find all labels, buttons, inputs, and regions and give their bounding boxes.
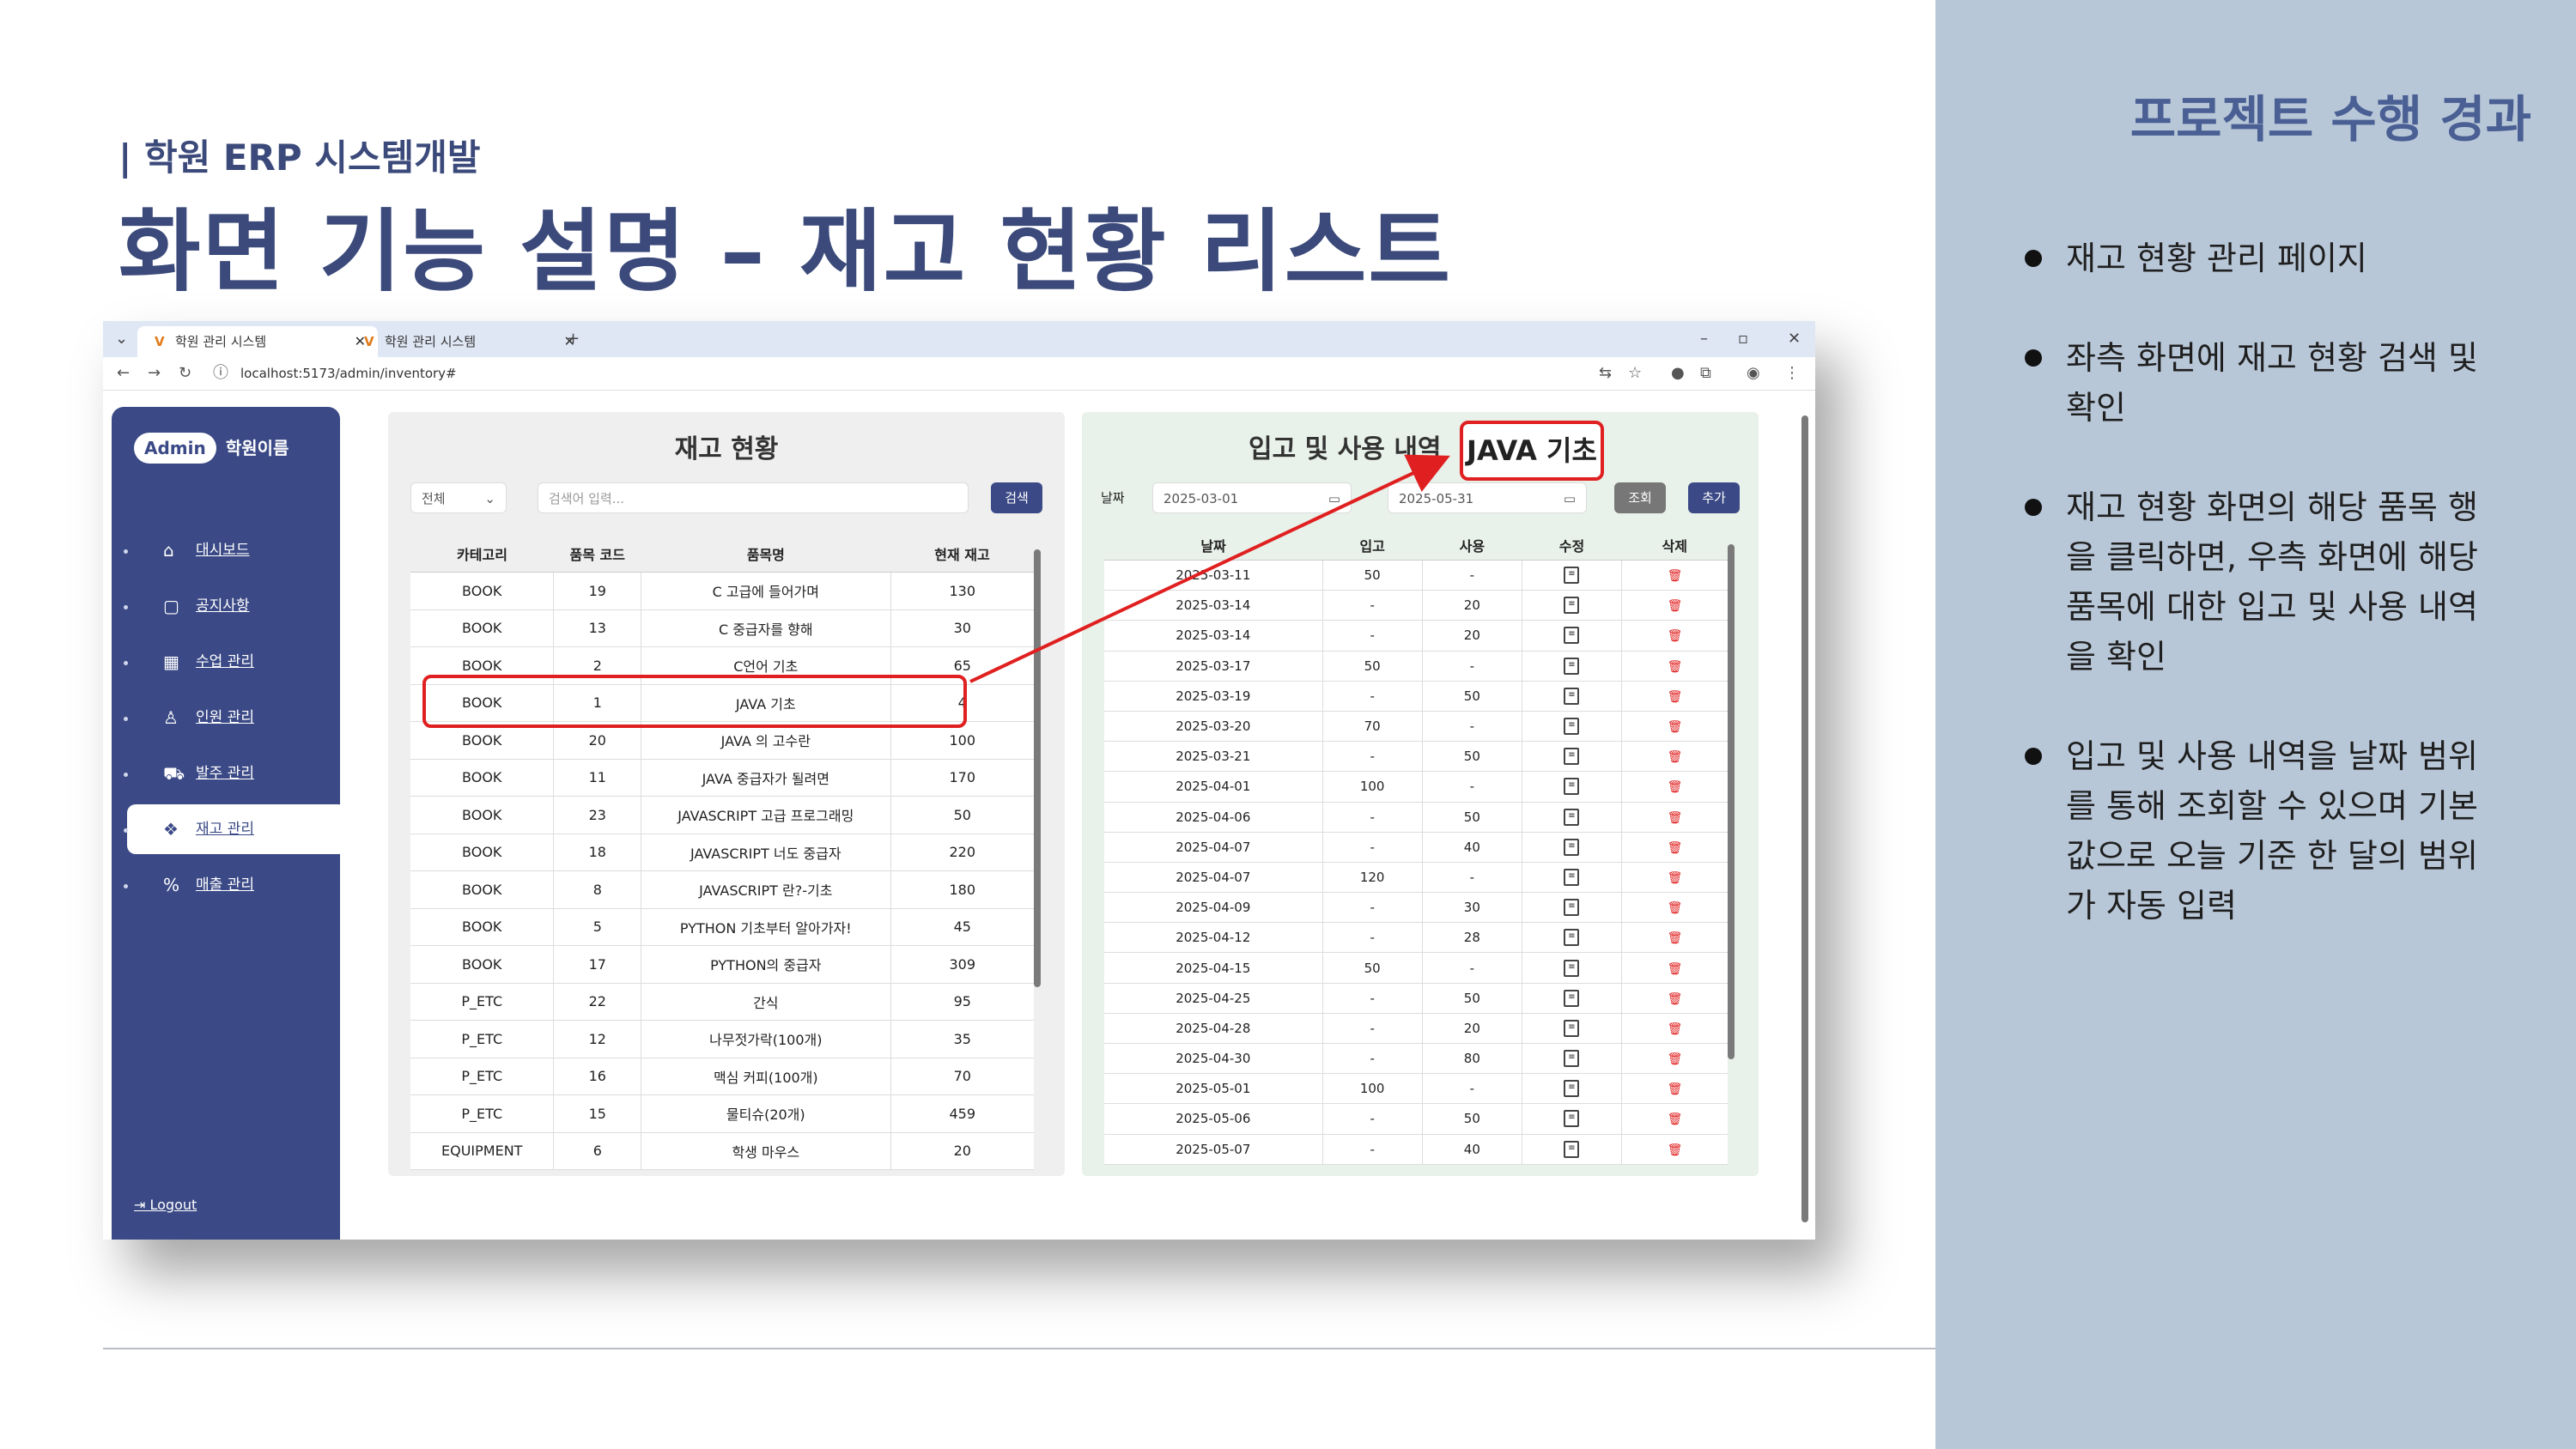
bullet-dot-icon xyxy=(2025,250,2042,267)
bullet-text: 재고 현황 화면의 해당 품목 행을 클릭하면, 우측 화면에 해당 품목에 대… xyxy=(2066,488,2478,676)
bullet-dot-icon xyxy=(2025,748,2042,765)
bullet-text: 재고 현황 관리 페이지 xyxy=(2066,239,2367,277)
bullet-item: 재고 현황 관리 페이지 xyxy=(2025,233,2506,283)
bullet-text: 좌측 화면에 재고 현황 검색 및 확인 xyxy=(2066,339,2478,427)
explanation-heading: 프로젝트 수행 경과 xyxy=(2129,90,2531,149)
bullet-dot-icon xyxy=(2025,499,2042,516)
explanation-bullets: 재고 현황 관리 페이지좌측 화면에 재고 현황 검색 및 확인재고 현황 화면… xyxy=(2025,233,2506,980)
bullet-dot-icon xyxy=(2025,349,2042,367)
bullet-item: 좌측 화면에 재고 현황 검색 및 확인 xyxy=(2025,333,2506,433)
bullet-item: 재고 현황 화면의 해당 품목 행을 클릭하면, 우측 화면에 해당 품목에 대… xyxy=(2025,482,2506,682)
bullet-text: 입고 및 사용 내역을 날짜 범위를 통해 조회할 수 있으며 기본값으로 오늘… xyxy=(2066,737,2478,925)
bullet-item: 입고 및 사용 내역을 날짜 범위를 통해 조회할 수 있으며 기본값으로 오늘… xyxy=(2025,731,2506,931)
